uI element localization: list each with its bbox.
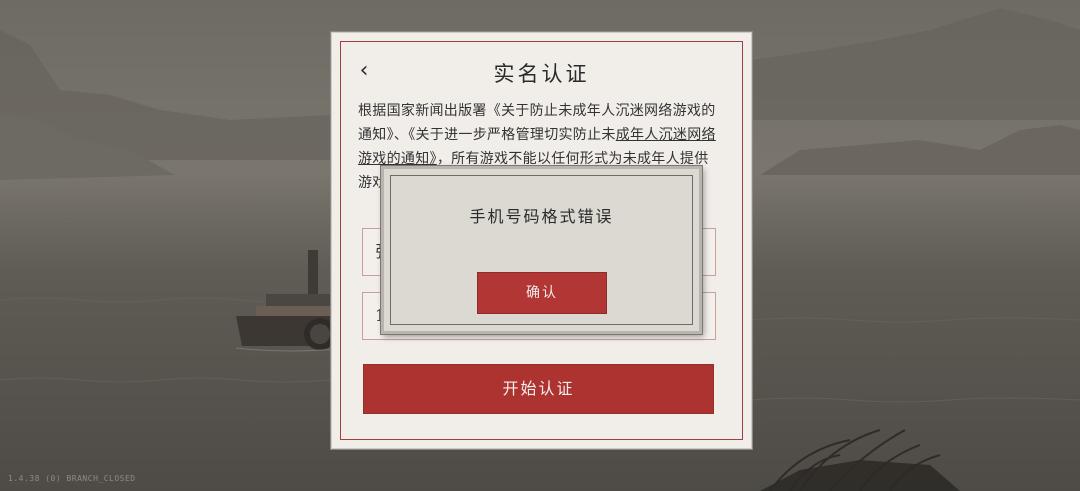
- page-title: 实名认证: [493, 62, 590, 86]
- version-label: 1.4.38 (0) BRANCH_CLOSED: [8, 474, 136, 483]
- start-verification-button[interactable]: 开始认证: [363, 364, 714, 414]
- dialog-message: 手机号码格式错误: [469, 207, 614, 226]
- confirm-button[interactable]: 确认: [477, 272, 607, 314]
